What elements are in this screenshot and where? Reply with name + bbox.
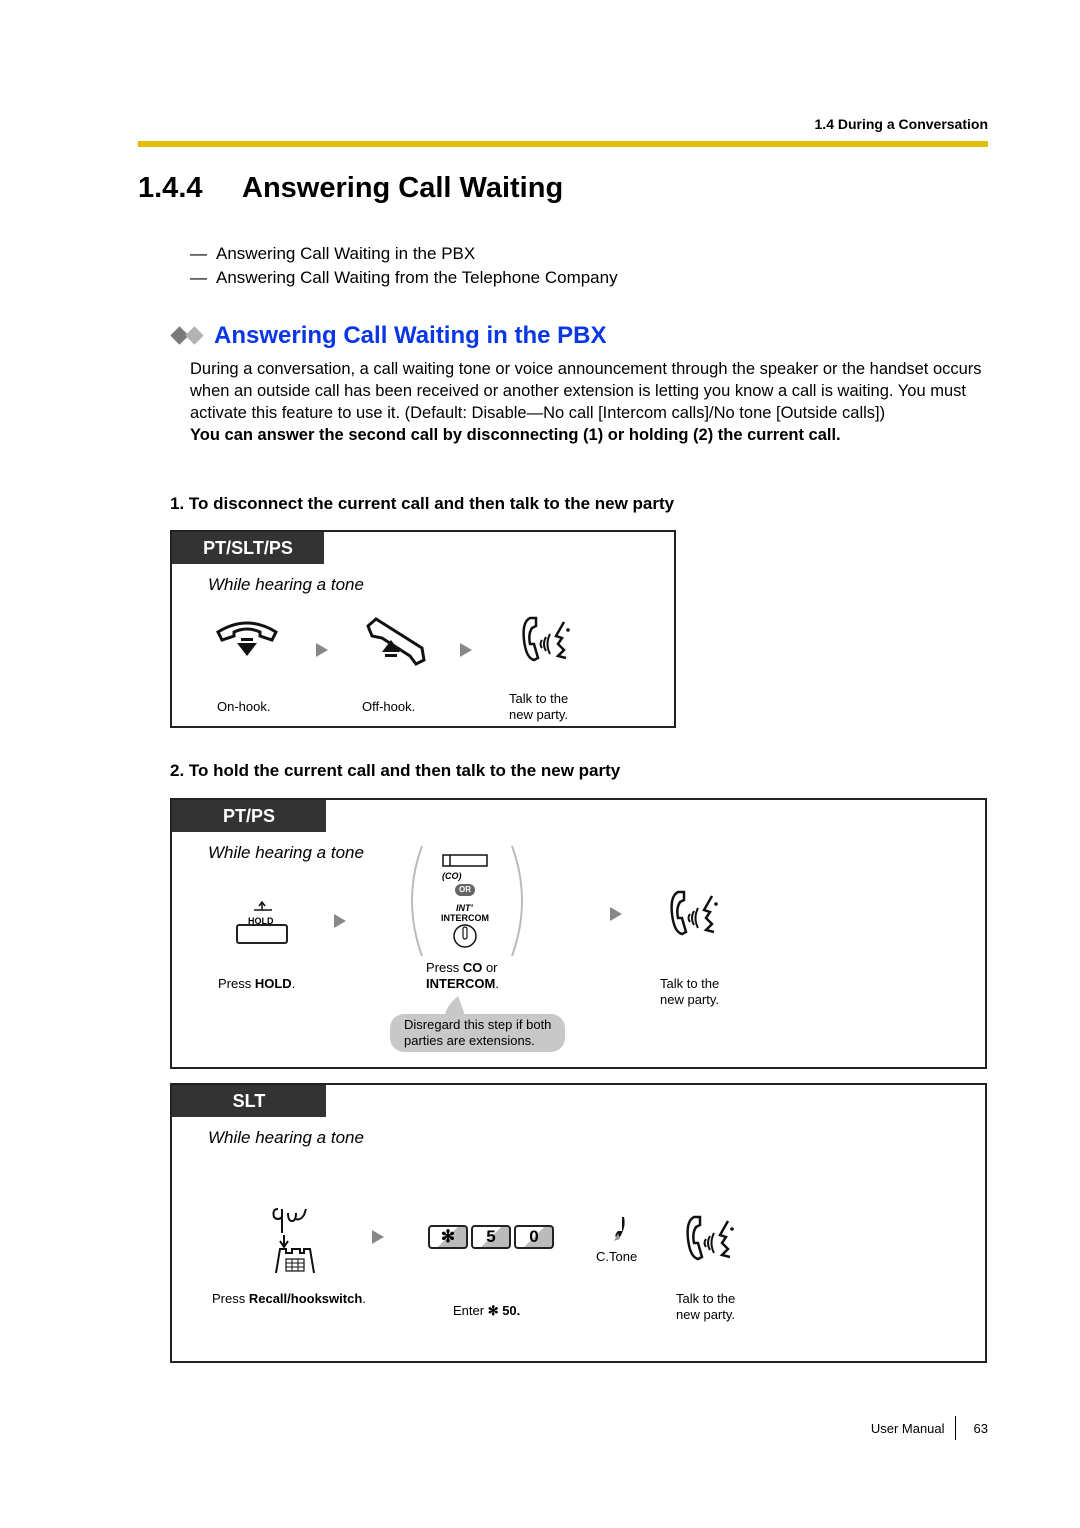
dash: — [190,268,207,287]
bold-text: HOLD [254,976,292,991]
bold-text: INTERCOM [426,976,496,991]
talk-label-line2: new party. [676,1307,736,1322]
talk-label: Talk to the new party. [509,691,568,723]
arrow-icon [460,643,472,657]
section-number: 1.4.4 [138,172,203,204]
tab-pt-ps: PT/PS [172,800,326,832]
arrow-icon [610,907,622,921]
on-hook-label: On-hook. [217,699,271,714]
hold-button[interactable] [236,924,288,944]
tab-slt: SLT [172,1085,326,1117]
music-note-icon [614,1217,625,1241]
footer-label: User Manual [870,1420,945,1436]
dash: — [190,244,207,263]
page-number: 63 [973,1420,988,1436]
text: . [362,1291,366,1306]
text: . [495,976,499,991]
talk-icon [686,1215,734,1261]
text: Press [218,976,255,991]
talk-label: Talk to the new party. [660,976,719,1008]
talk-label-line2: new party. [509,707,569,722]
zero-key[interactable]: 0 [514,1225,554,1249]
description: During a conversation, a call waiting to… [190,358,990,446]
star-key[interactable]: ✻ [428,1225,468,1249]
text: Press [426,960,463,975]
subsection-heading: Answering Call Waiting in the PBX [170,322,606,350]
pt-ps-box: PT/PS While hearing a tone HOLD (CO) OR … [170,798,987,1069]
or-badge: OR [455,884,475,896]
talk-icon [670,890,718,936]
off-hook-icon [366,617,426,666]
toc-label: Answering Call Waiting in the PBX [216,244,476,263]
co-button[interactable] [442,854,490,868]
talk-icon [522,616,570,662]
toc-item[interactable]: — Answering Call Waiting from the Telepho… [190,268,618,288]
note-bubble: Disregard this step if both parties are … [390,1014,566,1052]
recall-hookswitch-icon [272,1208,315,1274]
text: Press [212,1291,249,1306]
step1-box: PT/SLT/PS While hearing a tone On-hook. … [170,530,676,728]
condition-text: While hearing a tone [208,575,364,594]
body-text: During a conversation, a call waiting to… [190,360,982,422]
talk-label-line1: Talk to the [509,691,569,706]
subsection-title: Answering Call Waiting in the PBX [214,322,607,349]
slt-box: SLT While hearing a tone ✻ 5 0 C.Tone Pres… [170,1083,987,1363]
bubble-line1: Disregard this step if both [404,1017,552,1032]
bubble-line2: parties are extensions. [404,1033,535,1048]
running-header: 1.4 During a Conversation [814,116,988,132]
keypad-keys: ✻ 5 0 [428,1225,557,1249]
press-recall-label: Press Recall/hookswitch. [212,1291,366,1307]
step1-heading: 1. To disconnect the current call and th… [170,494,675,513]
confirmation-tone-label: C.Tone [596,1249,638,1264]
five-key[interactable]: 5 [471,1225,511,1249]
page-title: 1.4.4 Answering Call Waiting [138,172,563,205]
talk-label: Talk to the new party. [676,1291,735,1323]
text: Enter [453,1303,488,1318]
hold-symbol-icon [254,900,272,911]
on-hook-icon [216,621,278,656]
condition-text: While hearing a tone [208,843,364,862]
arrow-icon [372,1230,384,1244]
enter-code-label: Enter ✻ 50. [453,1303,520,1319]
toc-label: Answering Call Waiting from the Telephon… [216,268,618,287]
tab-pt-slt-ps: PT/SLT/PS [172,532,324,564]
intercom-button[interactable] [452,923,478,949]
arrow-icon [334,914,346,928]
bold-text: CO [462,960,483,975]
text: . [291,976,296,991]
diamonds-icon [170,326,206,346]
footer-divider [954,1416,956,1440]
page-footer: User Manual 63 [871,1416,988,1440]
condition-text: While hearing a tone [208,1128,364,1147]
press-co-label: Press CO or INTERCOM. [426,960,499,992]
section-title: Answering Call Waiting [242,172,564,204]
header-rule [138,141,988,147]
text: or [482,960,498,975]
step2-heading: 2. To hold the current call and then tal… [170,761,621,780]
press-hold-label: Press HOLD. [218,976,295,992]
arrow-icon [316,643,328,657]
bold-note: You can answer the second call by discon… [190,426,841,444]
talk-label-line1: Talk to the [676,1291,736,1306]
talk-label-line1: Talk to the [660,976,720,991]
toc-item[interactable]: — Answering Call Waiting in the PBX [190,244,475,264]
co-key-label: (CO) [442,871,462,881]
bold-text: Recall/hookswitch [248,1291,363,1306]
off-hook-label: Off-hook. [362,699,416,714]
talk-label-line2: new party. [660,992,720,1007]
bold-text: ✻ 50. [487,1303,521,1318]
